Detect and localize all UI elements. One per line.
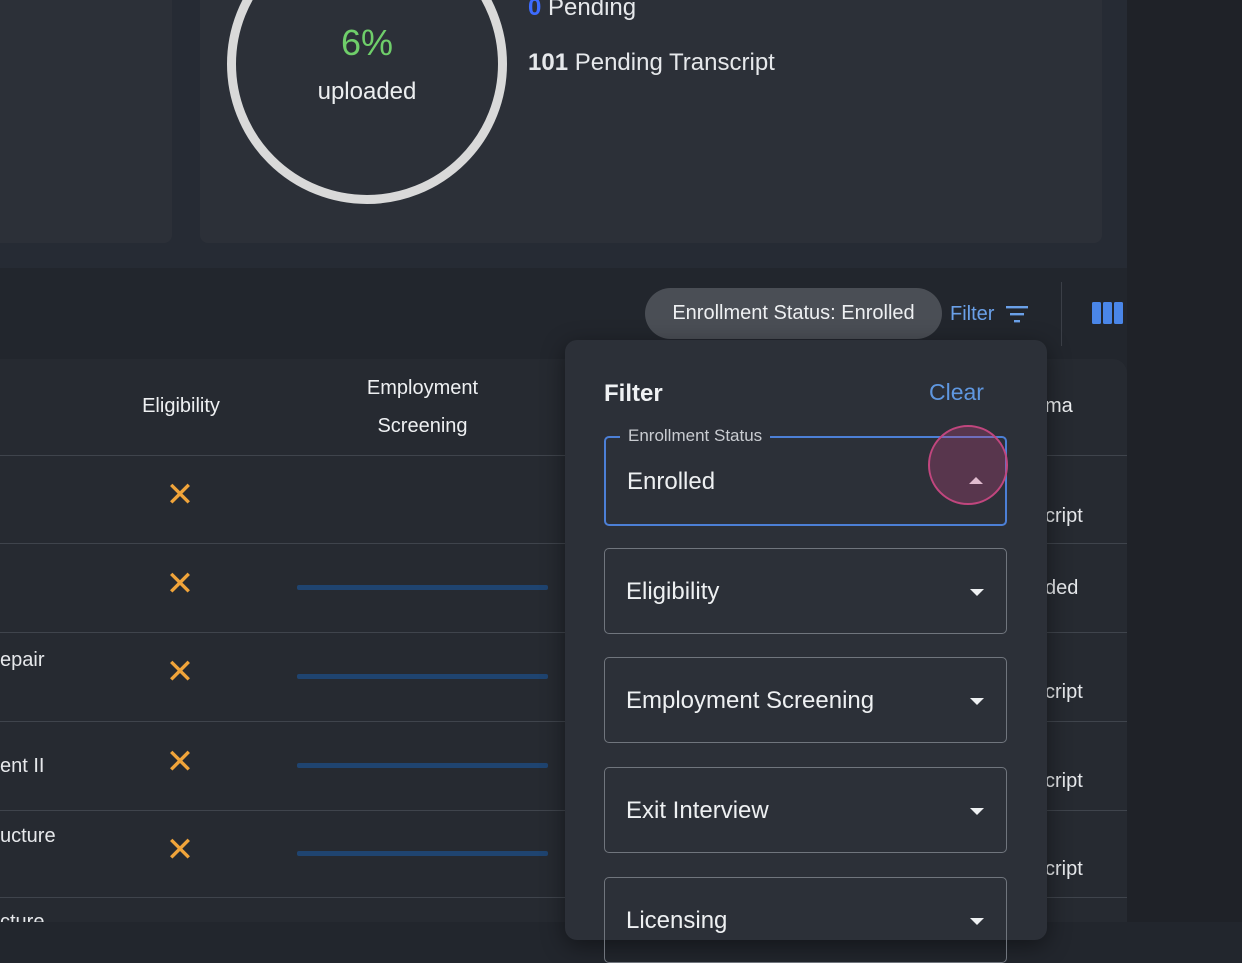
- cell-text: cript: [1045, 505, 1083, 527]
- cell-text: epair: [0, 649, 45, 671]
- exit-interview-select-label: Exit Interview: [626, 797, 769, 824]
- summary-section: 6% uploaded 0 Pending 101 Pending Transc…: [0, 0, 1127, 268]
- upload-percent: 6%: [340, 22, 394, 63]
- cell-text: ucture: [0, 825, 56, 847]
- employment-screening-bar: [297, 585, 548, 590]
- column-header-partial[interactable]: ma: [1045, 387, 1085, 425]
- summary-card-left: [0, 0, 172, 243]
- licensing-select[interactable]: Licensing: [604, 877, 1007, 963]
- filter-list-icon: [1006, 306, 1029, 323]
- click-focus-indicator: [928, 425, 1008, 505]
- cell-text: ent II: [0, 755, 45, 777]
- close-icon: ✕: [165, 831, 195, 869]
- active-filter-chip[interactable]: Enrollment Status: Enrolled: [645, 288, 942, 339]
- pending-transcript-stat: 101 Pending Transcript: [528, 49, 775, 77]
- employment-screening-bar: [297, 763, 548, 768]
- column-header-line: Employment: [366, 377, 479, 399]
- close-icon: ✕: [165, 743, 195, 781]
- eligibility-select-label: Eligibility: [626, 578, 720, 605]
- column-header-employment-screening[interactable]: Employment Screening: [300, 369, 545, 445]
- pending-label: Pending: [548, 0, 637, 21]
- employment-screening-bar: [297, 851, 548, 856]
- employment-screening-bar: [297, 674, 548, 679]
- pending-transcript-label: Pending Transcript: [574, 49, 775, 76]
- cell-text: cript: [1045, 858, 1083, 880]
- filter-panel-title: Filter: [604, 380, 663, 407]
- close-icon: ✕: [165, 653, 195, 691]
- enrollment-status-legend: Enrollment Status: [620, 426, 771, 446]
- enrollment-status-value: Enrolled: [627, 468, 716, 495]
- pending-count: 0: [528, 0, 542, 21]
- employment-screening-select[interactable]: Employment Screening: [604, 657, 1007, 743]
- pending-transcript-count: 101: [528, 49, 569, 76]
- employment-screening-select-label: Employment Screening: [626, 687, 875, 714]
- chevron-down-icon: [970, 589, 984, 596]
- chevron-down-icon: [970, 698, 984, 705]
- licensing-select-label: Licensing: [626, 907, 728, 934]
- toolbar-divider: [1061, 282, 1062, 346]
- cell-text: cript: [1045, 770, 1083, 792]
- cell-text: cript: [1045, 681, 1083, 703]
- pending-stat: 0 Pending: [528, 0, 636, 22]
- filter-button[interactable]: Filter: [950, 296, 1029, 332]
- cell-text: cture: [0, 911, 45, 922]
- view-columns-icon[interactable]: [1092, 302, 1123, 324]
- clear-filters-button[interactable]: Clear: [929, 379, 984, 406]
- filter-button-label: Filter: [950, 303, 995, 325]
- close-icon: ✕: [165, 476, 195, 514]
- exit-interview-select[interactable]: Exit Interview: [604, 767, 1007, 853]
- eligibility-select[interactable]: Eligibility: [604, 548, 1007, 634]
- close-icon: ✕: [165, 565, 195, 603]
- column-header-eligibility[interactable]: Eligibility: [120, 387, 242, 425]
- upload-percent-label: uploaded: [317, 78, 417, 105]
- page-right-gutter: [1127, 0, 1242, 922]
- column-header-line: Screening: [377, 415, 468, 437]
- cell-text: ded: [1045, 577, 1079, 599]
- chevron-down-icon: [970, 808, 984, 815]
